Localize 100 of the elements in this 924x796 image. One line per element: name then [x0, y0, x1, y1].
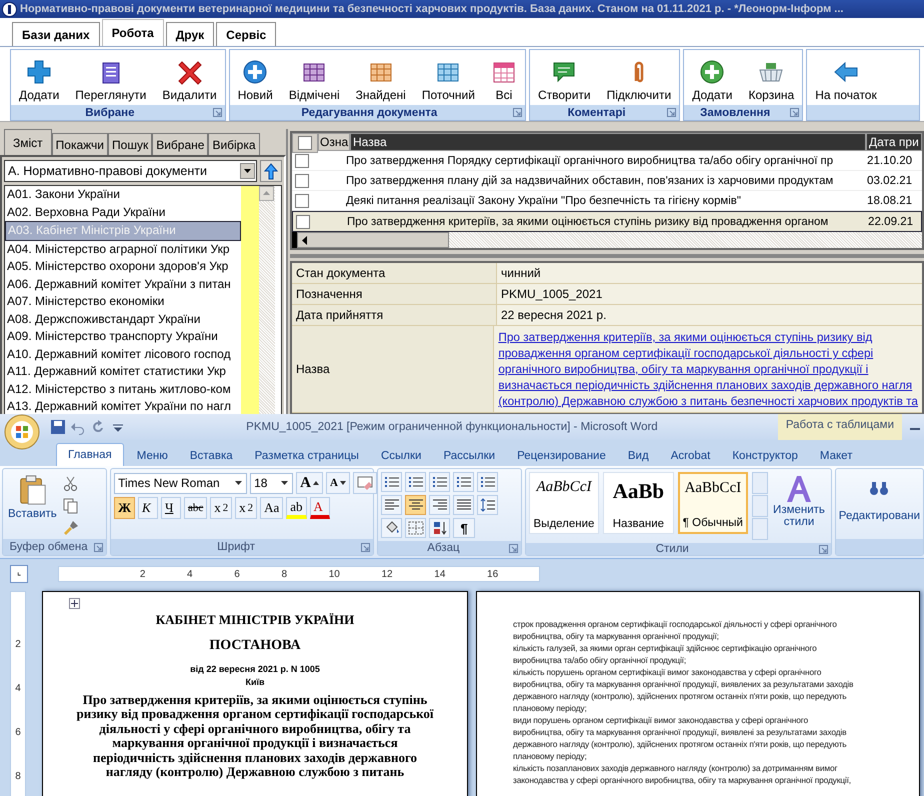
ribbon-tab[interactable]: Acrobat	[662, 446, 720, 466]
list-button[interactable]	[405, 472, 426, 492]
style-button[interactable]: AaBb Название	[603, 472, 674, 534]
ribbon-tab[interactable]: Макет	[810, 446, 862, 466]
scissors-icon[interactable]	[62, 476, 79, 492]
ribbon-button[interactable]: Видалити	[154, 50, 225, 105]
dialog-launcher-icon[interactable]	[361, 542, 370, 552]
borders-button[interactable]	[405, 518, 426, 538]
list-button[interactable]	[429, 472, 450, 492]
ribbon-tab[interactable]: Вставка	[180, 446, 242, 466]
style-button[interactable]: AaBbCcI Выделение	[528, 472, 600, 534]
font-size-field[interactable]: 18	[250, 472, 294, 494]
dialog-launcher-icon[interactable]	[508, 544, 518, 552]
column-header[interactable]: Назва	[350, 133, 866, 151]
align-button[interactable]	[405, 495, 426, 515]
ribbon-button[interactable]: Переглянути	[67, 50, 154, 105]
style-button[interactable]: AaBbCcI ¶ Обычный	[678, 472, 748, 534]
list-item[interactable]: A09. Міністерство транспорту України	[5, 328, 241, 346]
checkbox[interactable]	[295, 154, 309, 168]
grow-font-button[interactable]: A	[296, 472, 323, 494]
ribbon-button[interactable]: На початок	[807, 50, 885, 105]
checkbox[interactable]	[296, 214, 310, 228]
ribbon-tab[interactable]: Разметка страницы	[246, 446, 368, 466]
category-dropdown[interactable]: А. Нормативно-правові документи	[4, 160, 257, 182]
dialog-launcher-icon[interactable]	[212, 108, 222, 117]
up-button[interactable]	[260, 160, 282, 182]
paste-button[interactable]: Вставить	[6, 472, 59, 536]
menu-tab[interactable]: Робота	[102, 19, 164, 46]
ribbon-button[interactable]: Додати	[11, 50, 68, 105]
office-button-icon[interactable]	[4, 414, 40, 450]
table-row[interactable]: Про затвердження критеріїв, за якими оцінюється ступінь ризику від провадження органом 22.09.21	[292, 211, 922, 232]
font-color-button[interactable]: A	[310, 497, 330, 519]
ribbon-tab[interactable]: Ссылки	[372, 446, 430, 466]
column-header[interactable]: Дата при	[866, 133, 922, 151]
align-button[interactable]	[429, 495, 450, 515]
menu-tab[interactable]: Сервіс	[216, 22, 276, 46]
strikethrough-button[interactable]: abc	[184, 497, 208, 519]
ribbon-button[interactable]: Знайдені	[348, 50, 414, 105]
list-item[interactable]: A04. Міністерство аграрної політики Укр	[5, 240, 241, 258]
ribbon-button[interactable]: Всі	[482, 50, 525, 105]
align-button[interactable]	[381, 495, 402, 515]
align-button[interactable]	[453, 495, 474, 515]
dialog-launcher-icon[interactable]	[94, 542, 104, 552]
list-item[interactable]: A11. Державний комітет статистики Укр	[5, 363, 241, 380]
italic-button[interactable]: К	[138, 497, 158, 519]
format-button[interactable]: Aa	[260, 497, 284, 519]
ribbon-tab[interactable]: Вид	[618, 446, 658, 466]
dialog-launcher-icon[interactable]	[667, 108, 676, 117]
list-item[interactable]: A12. Міністерство з питань житлово-ком	[5, 380, 241, 398]
list-item[interactable]: A05. Міністерство охорони здоров'я Укр	[5, 258, 241, 276]
ribbon-button[interactable]: Поточний	[414, 50, 483, 105]
scrollbar[interactable]	[292, 232, 922, 248]
list-item[interactable]: A02. Верховна Ради України	[5, 204, 241, 221]
table-row[interactable]: Про затвердження Порядку сертифікації органічного виробництва та/або обігу органічної пр 21.10.20	[292, 151, 922, 171]
checkbox[interactable]	[295, 194, 309, 208]
list-button[interactable]	[453, 472, 474, 492]
dialog-launcher-icon[interactable]	[512, 108, 522, 117]
list-item[interactable]: A07. Міністерство економіки	[5, 293, 241, 310]
clear-format-button[interactable]	[352, 472, 377, 494]
ribbon-button[interactable]: Додати	[684, 50, 740, 105]
dialog-launcher-icon[interactable]	[790, 108, 800, 117]
shading-button[interactable]	[381, 518, 402, 538]
move-handle-icon[interactable]	[69, 598, 80, 609]
checkbox[interactable]	[295, 174, 309, 188]
list-item[interactable]: A10. Державний комітет лісового господ	[5, 346, 241, 363]
list-button[interactable]	[477, 472, 498, 492]
list-item[interactable]: A01. Закони України	[5, 186, 241, 204]
ribbon-tab[interactable]: Конструктор	[723, 446, 807, 466]
ribbon-button[interactable]: Підключити	[598, 50, 680, 105]
list-item[interactable]: A13. Державний комітет України по нагл	[5, 398, 241, 414]
show-marks-button[interactable]: ¶	[453, 518, 476, 538]
highlight-button[interactable]: ab	[286, 497, 307, 519]
ribbon-tab[interactable]: Главная	[56, 443, 124, 466]
line-spacing-button[interactable]	[477, 495, 498, 515]
document-link[interactable]: Про затвердження критеріїв, за якими оцінюється ступінь ризику від провадження органом сертифікації господарської діяльності у сфері органічного виробництва, обігу та маркування органічної продукції і визначається періодичність здійснення планових заходів державного нагля (контролю) Державною службою з питань безпечності харчових продуктів та	[498, 329, 918, 409]
list-button[interactable]	[381, 472, 402, 492]
scrollbar[interactable]	[259, 186, 275, 414]
bold-button[interactable]: Ж	[114, 497, 135, 519]
shrink-font-button[interactable]: A	[326, 472, 350, 494]
menu-tab[interactable]: Друк	[166, 22, 214, 46]
redo-icon[interactable]	[90, 419, 106, 435]
ribbon-button[interactable]: Новий	[230, 50, 281, 105]
copy-icon[interactable]	[62, 498, 79, 514]
panel-tab[interactable]: Вибране	[152, 133, 208, 155]
sort-button[interactable]	[429, 518, 450, 538]
brush-icon[interactable]	[62, 520, 79, 536]
list-item[interactable]: A08. Держспоживстандарт України	[5, 310, 241, 328]
ribbon-button[interactable]: Створити	[530, 50, 599, 105]
column-header[interactable]: Озна	[318, 133, 350, 151]
tab-selector[interactable]	[10, 565, 28, 583]
ribbon-button[interactable]: Корзина	[740, 50, 802, 105]
panel-tab[interactable]: Зміст	[4, 129, 52, 155]
ribbon-tab[interactable]: Рецензирование	[508, 446, 615, 466]
underline-button[interactable]: Ч	[160, 497, 181, 519]
panel-tab[interactable]: Пошук	[108, 133, 152, 155]
panel-tab[interactable]: Покажчи	[52, 133, 108, 155]
ribbon-button[interactable]: Відмічені	[280, 50, 348, 105]
ribbon-tab[interactable]: Меню	[128, 446, 177, 466]
save-icon[interactable]	[50, 419, 66, 435]
change-styles-button[interactable]: Изменить стили	[770, 472, 828, 540]
